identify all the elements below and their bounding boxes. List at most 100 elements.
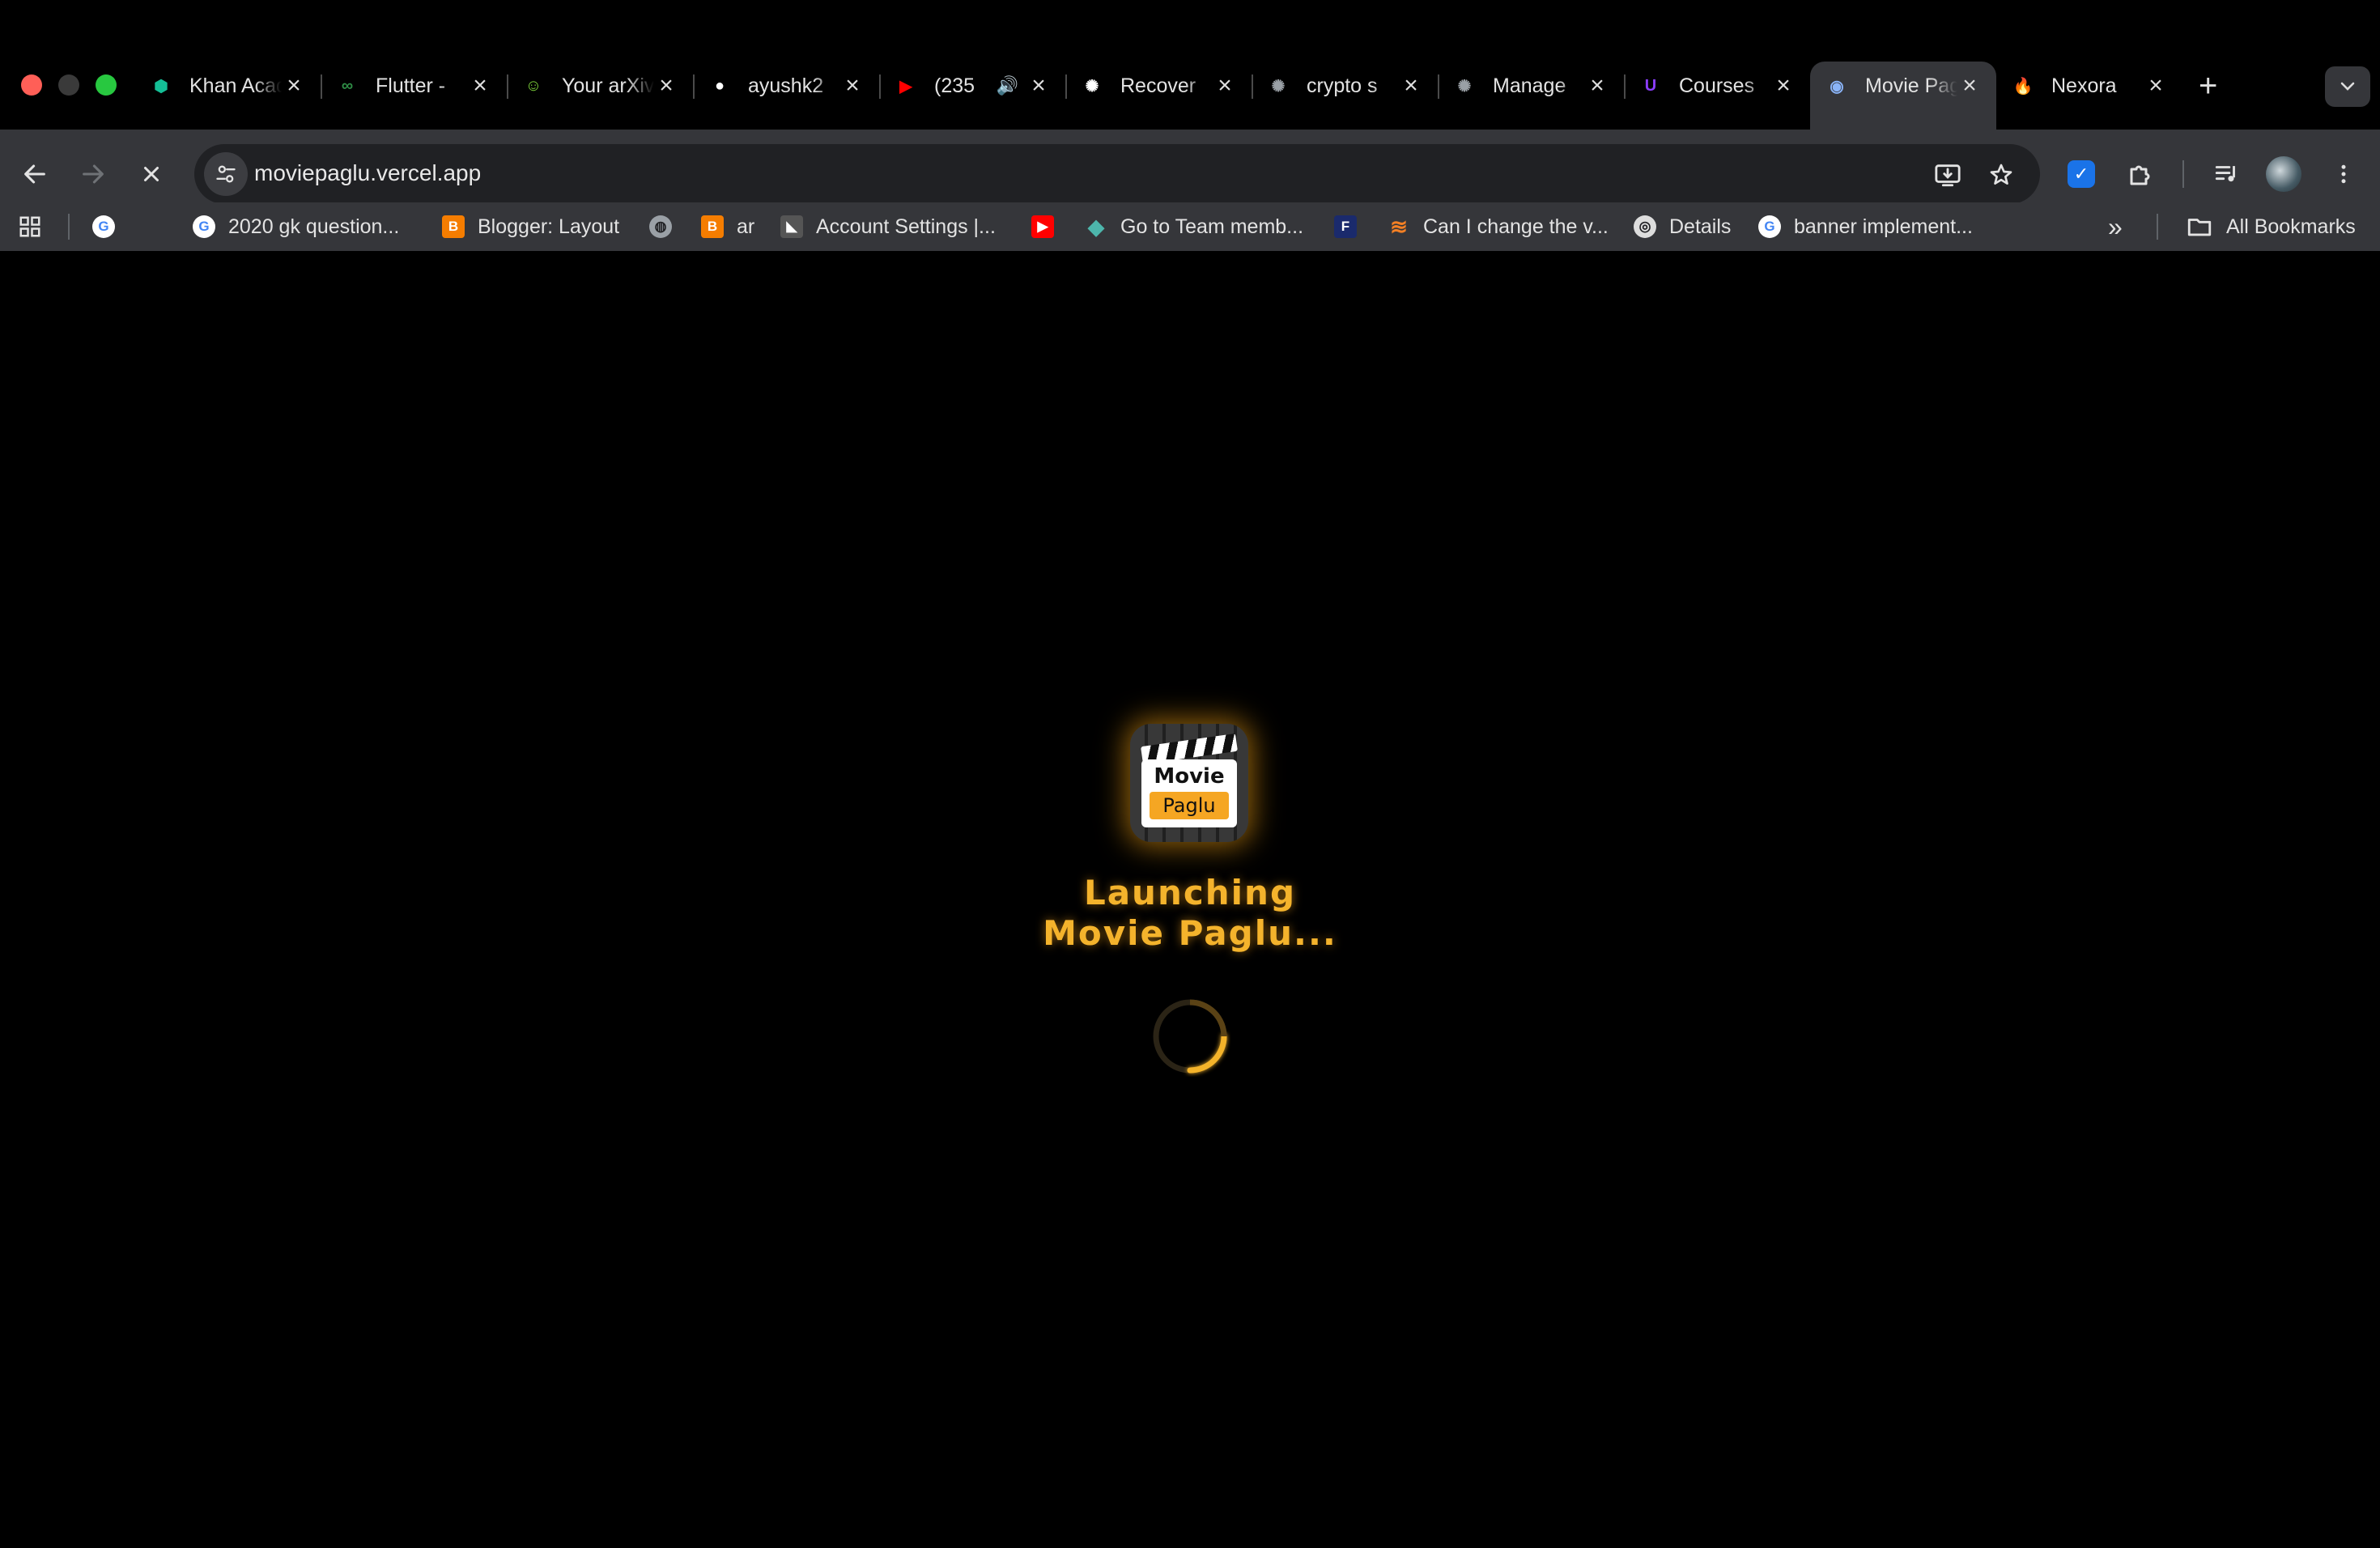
forward-button[interactable] (74, 155, 112, 193)
minimize-window-button[interactable] (58, 74, 79, 96)
install-app-button[interactable] (1932, 159, 1964, 191)
maximize-window-button[interactable] (96, 74, 117, 96)
bookmark-label: Blogger: Layout (478, 215, 620, 238)
bookmark-item[interactable]: ▶ (1031, 202, 1067, 251)
bookmark-label: ar (737, 215, 755, 238)
tab-10[interactable]: 🔥 Nexora × (1996, 62, 2182, 110)
bookmark-item[interactable]: ◍ (649, 202, 685, 251)
extensions-button[interactable] (2121, 154, 2161, 194)
stop-loading-button[interactable] (133, 155, 170, 193)
bookmark-label: Details (1669, 215, 1732, 238)
close-tab-icon[interactable]: × (1026, 74, 1051, 98)
close-tab-icon[interactable]: × (654, 74, 678, 98)
back-button[interactable] (16, 155, 53, 193)
google-icon: G (1758, 215, 1781, 238)
double-chevron-right-icon: » (2108, 211, 2123, 241)
launching-line-1: Launching (1083, 873, 1297, 912)
diamond-icon: ◆ (1088, 214, 1104, 239)
tab-1[interactable]: ∞ Flutter - × (321, 62, 507, 110)
tab-9[interactable]: ◉ Movie Paglu× (1810, 62, 1996, 130)
close-tab-icon[interactable]: × (1957, 74, 1982, 98)
tab-title: Khan Academy (189, 74, 282, 97)
google-icon: G (92, 215, 115, 238)
logo-text-paglu: Paglu (1150, 792, 1229, 819)
bookmark-label: Can I change the v... (1423, 215, 1609, 238)
all-bookmarks-button[interactable]: All Bookmarks (2186, 202, 2356, 251)
more-bookmarks-button[interactable]: » (2108, 202, 2123, 251)
bookmark-item[interactable]: ◣ Account Settings |... (780, 202, 996, 251)
bookmark-item[interactable]: G (92, 202, 128, 251)
bookmark-item[interactable]: B Blogger: Layout (442, 202, 619, 251)
close-icon (144, 167, 159, 181)
close-tab-icon[interactable]: × (2144, 74, 2168, 98)
close-tab-icon[interactable]: × (1771, 74, 1796, 98)
extension-checkmark-button[interactable]: ✓ (2061, 154, 2102, 194)
bookmark-item[interactable]: Gbanner implement... (1758, 202, 1973, 251)
tab-7[interactable]: ✺ Manage × (1438, 62, 1624, 110)
close-tab-icon[interactable]: × (1399, 74, 1423, 98)
toolbar-divider (2182, 160, 2184, 188)
puzzle-icon (2130, 165, 2150, 185)
forward-arrow-icon (83, 164, 104, 184)
blogger-icon: B (442, 215, 465, 238)
tab-title: (235 (934, 74, 975, 97)
bookmark-item[interactable]: ◎ Details (1634, 202, 1731, 251)
avatar (2266, 156, 2301, 192)
stackoverflow-icon: ≋ (1390, 214, 1408, 239)
bookmark-label: 2020 gk question... (228, 215, 400, 238)
new-tab-button[interactable]: + (2199, 70, 2217, 102)
bookmark-item[interactable]: G 2020 gk question... (193, 202, 399, 251)
tab-0[interactable]: ⬢ Khan Academy× (134, 62, 321, 110)
all-bookmarks-label: All Bookmarks (2226, 215, 2356, 238)
chrome-menu-button[interactable] (2323, 154, 2364, 194)
tab-5[interactable]: ✺ Recover × (1065, 62, 1252, 110)
loading-spinner (1153, 999, 1227, 1074)
tab-4[interactable]: ▶ (235 🔊 × (879, 62, 1065, 110)
launching-message: Launching Movie Paglu... (947, 873, 1433, 954)
close-window-button[interactable] (21, 74, 42, 96)
khan-academy-icon: ⬢ (154, 77, 168, 96)
google-icon: G (193, 215, 215, 238)
github-icon: ● (714, 76, 725, 95)
profile-button[interactable] (2263, 154, 2304, 194)
tune-icon (216, 165, 236, 183)
star-icon (1990, 164, 2012, 185)
tabs: ⬢Khan Academy×∞Flutter - ×☺Your arXiv×●a… (134, 62, 2182, 130)
tab-8[interactable]: U Courses × (1624, 62, 1810, 110)
bookmark-star-button[interactable] (1985, 159, 2017, 191)
tab-title: Nexora (2051, 74, 2117, 97)
apps-grid-icon (19, 216, 40, 237)
movie-paglu-icon: ◉ (1830, 77, 1844, 96)
launching-line-2: Movie Paglu... (1043, 913, 1337, 953)
close-tab-icon[interactable]: × (840, 74, 865, 98)
smiley-icon: ☺ (525, 76, 542, 95)
tab-title: Manage (1493, 74, 1566, 97)
bookmark-item[interactable]: F (1334, 202, 1370, 251)
apps-button[interactable] (18, 202, 42, 251)
youtube-icon: ▶ (899, 77, 912, 96)
chevron-down-icon (2340, 82, 2355, 91)
bookmark-label: Account Settings |... (816, 215, 996, 238)
openai-icon: ✺ (1085, 77, 1099, 96)
close-tab-icon[interactable]: × (1585, 74, 1609, 98)
tab-title: Flutter - (376, 74, 446, 97)
close-tab-icon[interactable]: × (1213, 74, 1237, 98)
tab-title: Movie Paglu (1865, 74, 1957, 97)
close-tab-icon[interactable]: × (468, 74, 492, 98)
tab-2[interactable]: ☺ Your arXiv × (507, 62, 693, 110)
media-controls-button[interactable] (2207, 154, 2247, 194)
tab-6[interactable]: ✺ crypto s × (1252, 62, 1438, 110)
bookmark-label: banner implement... (1794, 215, 1973, 238)
bookmark-item[interactable]: ≋ Can I change the v... (1388, 202, 1609, 251)
tab-search-button[interactable] (2325, 66, 2370, 107)
close-tab-icon[interactable]: × (282, 74, 306, 98)
tab-3[interactable]: ● ayushk2 × (693, 62, 879, 110)
bookmark-item[interactable]: Bar (701, 202, 754, 251)
site-info-button[interactable] (204, 152, 248, 196)
bookmark-item[interactable]: ◆ Go to Team memb... (1085, 202, 1303, 251)
url-text[interactable]: moviepaglu.vercel.app (254, 160, 481, 186)
speaker-icon[interactable]: 🔊 (997, 75, 1018, 96)
course-icon: U (1644, 76, 1657, 95)
chatgpt-icon: ✺ (1271, 77, 1286, 96)
address-bar[interactable]: moviepaglu.vercel.app (194, 144, 2040, 204)
